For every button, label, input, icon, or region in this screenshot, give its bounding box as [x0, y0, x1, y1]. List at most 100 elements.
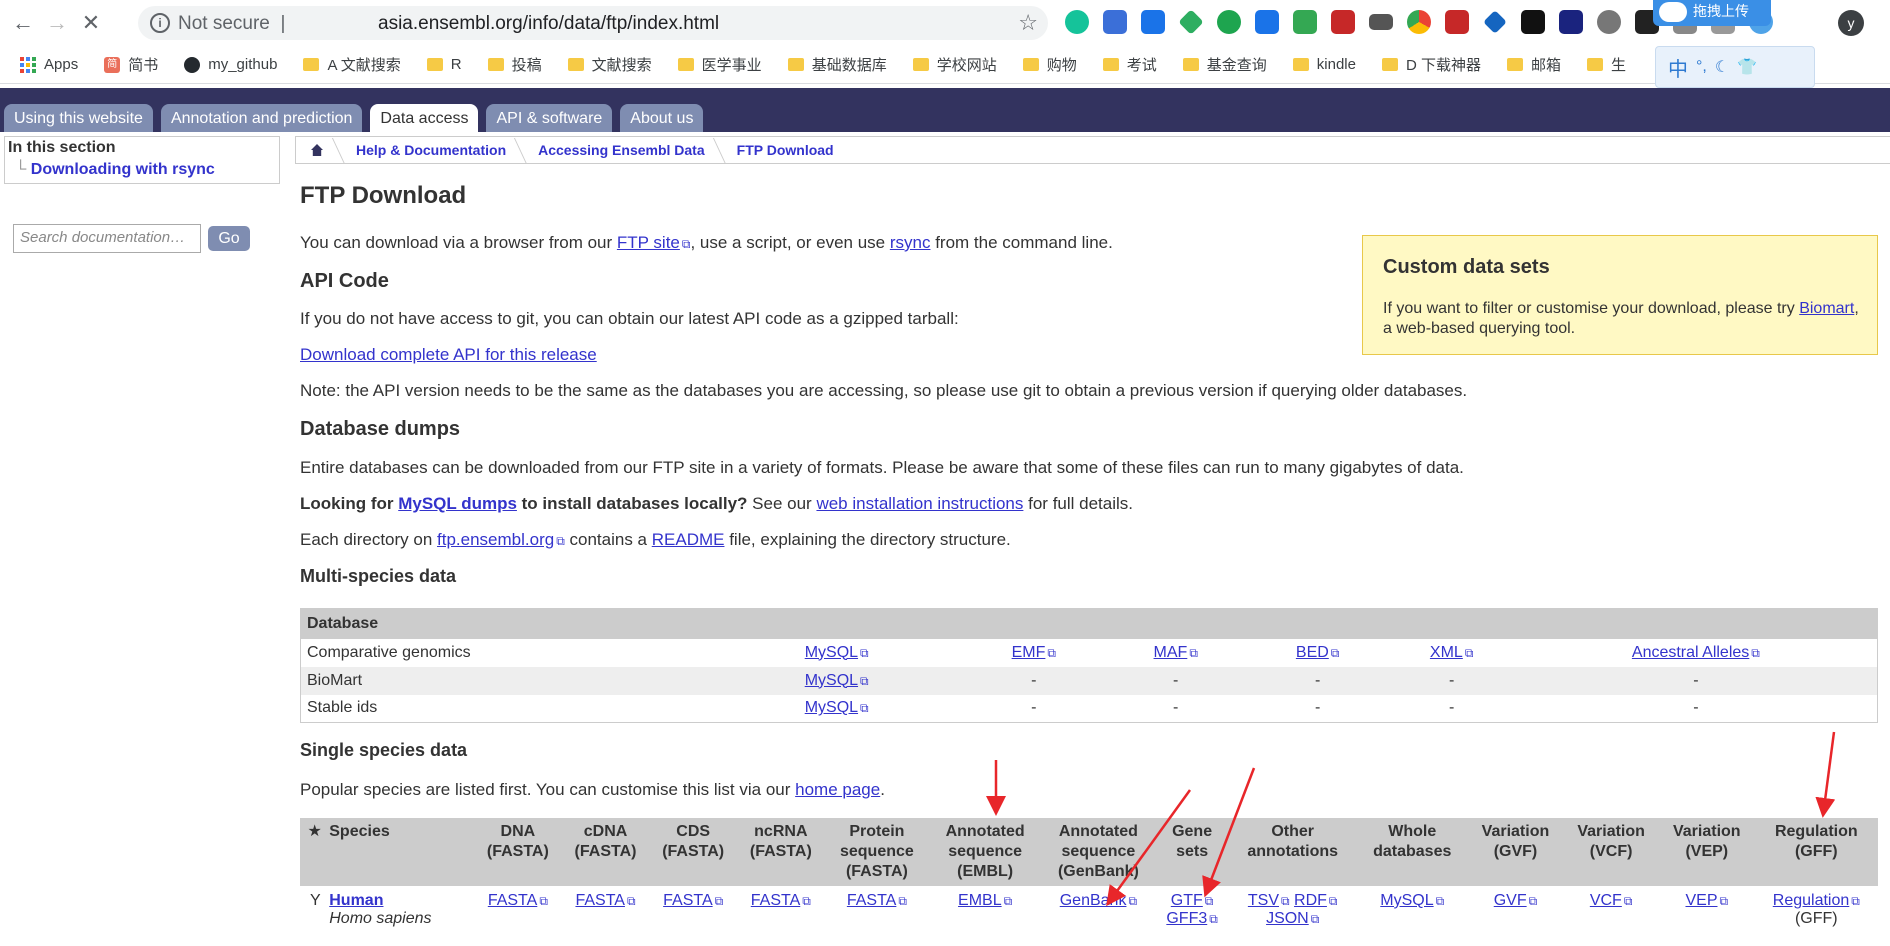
back-icon[interactable]: ←: [10, 10, 36, 36]
vep-link[interactable]: VEP: [1685, 892, 1728, 909]
ftp-site-link[interactable]: FTP site: [617, 233, 691, 252]
rdf-link[interactable]: RDF: [1294, 892, 1337, 909]
bookmark-item[interactable]: my_github: [184, 56, 277, 73]
stop-loading-icon[interactable]: ✕: [78, 10, 104, 36]
translate-icon[interactable]: [1141, 10, 1165, 34]
bookmark-label: 文献搜索: [591, 57, 652, 74]
breadcrumb-accessing-data[interactable]: Accessing Ensembl Data: [520, 142, 719, 158]
cds-fasta-link[interactable]: FASTA: [663, 892, 723, 909]
mail-icon[interactable]: [1369, 14, 1393, 30]
bookmark-item[interactable]: 基金查询: [1182, 54, 1267, 75]
home-page-link[interactable]: home page: [795, 780, 880, 799]
dna-fasta-link[interactable]: FASTA: [488, 892, 548, 909]
bookmark-item[interactable]: 生: [1587, 54, 1626, 75]
url-text[interactable]: asia.ensembl.org/info/data/ftp/index.htm…: [378, 13, 719, 35]
note-icon[interactable]: [1293, 10, 1317, 34]
tab-api-software[interactable]: API & software: [486, 104, 613, 132]
download-link[interactable]: MySQL: [805, 672, 869, 689]
info-icon[interactable]: i: [150, 13, 170, 33]
evernote-icon[interactable]: [1217, 10, 1241, 34]
bookmark-item[interactable]: 邮箱: [1506, 54, 1561, 75]
bookmark-item[interactable]: 投稿: [487, 54, 542, 75]
bookmark-item[interactable]: 基础数据库: [787, 54, 887, 75]
table-cell: XML: [1389, 639, 1515, 667]
bookmark-star-icon[interactable]: ☆: [1018, 10, 1038, 36]
tab-data-access[interactable]: Data access: [370, 104, 479, 132]
ime-toolbar[interactable]: 中 °, ☾ 👕: [1655, 46, 1815, 88]
download-link[interactable]: MAF: [1154, 644, 1198, 661]
biomart-link[interactable]: Biomart: [1799, 300, 1854, 317]
bookmark-item[interactable]: D 下载神器: [1381, 54, 1481, 75]
gff3-link[interactable]: GFF3: [1166, 910, 1217, 927]
rsync-link[interactable]: rsync: [890, 233, 931, 252]
chrome-icon[interactable]: [1407, 10, 1431, 34]
download-link[interactable]: EMF: [1012, 644, 1056, 661]
ime-language[interactable]: 中: [1668, 53, 1688, 82]
forward-icon[interactable]: →: [44, 10, 70, 36]
ncrna-fasta-link[interactable]: FASTA: [751, 892, 811, 909]
profile-avatar[interactable]: y: [1838, 10, 1864, 36]
grammarly-icon[interactable]: [1065, 10, 1089, 34]
tab-using-website[interactable]: Using this website: [4, 104, 153, 132]
protein-fasta-link[interactable]: FASTA: [847, 892, 907, 909]
feedly-icon[interactable]: [1178, 9, 1204, 35]
readme-link[interactable]: README: [652, 530, 725, 549]
lock-app-icon[interactable]: [1521, 10, 1545, 34]
bookmark-item[interactable]: 文献搜索: [567, 54, 652, 75]
tsv-link[interactable]: TSV: [1248, 892, 1290, 909]
breadcrumb-ftp-download[interactable]: FTP Download: [719, 142, 848, 158]
moon-icon[interactable]: ☾: [1715, 57, 1729, 77]
ftp-ensembl-link[interactable]: ftp.ensembl.org: [437, 530, 565, 549]
column-header: Whole databases: [1356, 818, 1468, 886]
genbank-link[interactable]: GenBank: [1060, 892, 1137, 909]
edit-icon[interactable]: [1255, 10, 1279, 34]
bookmark-item[interactable]: R: [426, 56, 462, 73]
bookmark-item[interactable]: kindle: [1292, 56, 1356, 73]
bookmark-item[interactable]: 考试: [1102, 54, 1157, 75]
tab-about-us[interactable]: About us: [620, 104, 704, 132]
download-api-link[interactable]: Download complete API for this release: [300, 345, 597, 364]
home-icon[interactable]: [296, 137, 338, 163]
address-bar[interactable]: i Not secure | asia.ensembl.org/info/dat…: [138, 6, 1048, 40]
mysql-dumps-link[interactable]: MySQL dumps: [398, 494, 517, 513]
download-link[interactable]: MySQL: [805, 699, 869, 716]
column-header[interactable]: ★: [300, 818, 330, 886]
json-link[interactable]: JSON: [1266, 910, 1319, 927]
column-header: Variation (GVF): [1467, 818, 1564, 886]
bookmark-item[interactable]: 学校网站: [912, 54, 997, 75]
brain-icon[interactable]: [1597, 10, 1621, 34]
in-this-section-panel: In this section Downloading with rsync: [4, 136, 280, 184]
gvf-link[interactable]: GVF: [1494, 892, 1537, 909]
tab-annotation[interactable]: Annotation and prediction: [160, 104, 363, 132]
breadcrumb-help[interactable]: Help & Documentation: [338, 142, 520, 158]
web-install-link[interactable]: web installation instructions: [816, 494, 1023, 513]
punctuation-icon[interactable]: °,: [1696, 58, 1707, 76]
skin-icon[interactable]: 👕: [1737, 57, 1757, 77]
upload-widget[interactable]: 拖拽上传: [1653, 0, 1771, 26]
app-icon[interactable]: [1331, 10, 1355, 34]
n-icon[interactable]: [1559, 10, 1583, 34]
bookmark-item[interactable]: A 文献搜索: [303, 54, 401, 75]
bookmark-item[interactable]: 购物: [1022, 54, 1077, 75]
bookmark-item[interactable]: 简简书: [104, 54, 158, 75]
folder-icon: [1506, 58, 1523, 71]
cap-icon[interactable]: [1483, 10, 1507, 34]
download-link[interactable]: BED: [1296, 644, 1339, 661]
search-documentation-input[interactable]: Search documentation…: [13, 224, 201, 253]
bookmark-item[interactable]: 医学事业: [677, 54, 762, 75]
extension-icon[interactable]: [1103, 10, 1127, 34]
go-button[interactable]: Go: [208, 226, 250, 251]
species-human-link[interactable]: Human: [329, 892, 383, 909]
regulation-link[interactable]: Regulation: [1773, 892, 1860, 909]
download-link[interactable]: Ancestral Alleles: [1632, 644, 1760, 661]
vcf-link[interactable]: VCF: [1590, 892, 1633, 909]
cdna-fasta-link[interactable]: FASTA: [575, 892, 635, 909]
gtf-link[interactable]: GTF: [1171, 892, 1214, 909]
sidebar-item-rsync[interactable]: Downloading with rsync: [15, 161, 215, 179]
download-link[interactable]: XML: [1430, 644, 1473, 661]
mysql-link[interactable]: MySQL: [1380, 892, 1444, 909]
embl-link[interactable]: EMBL: [958, 892, 1012, 909]
download-link[interactable]: MySQL: [805, 644, 869, 661]
bookmark-item[interactable]: Apps: [20, 56, 78, 73]
dots-icon[interactable]: [1445, 10, 1469, 34]
